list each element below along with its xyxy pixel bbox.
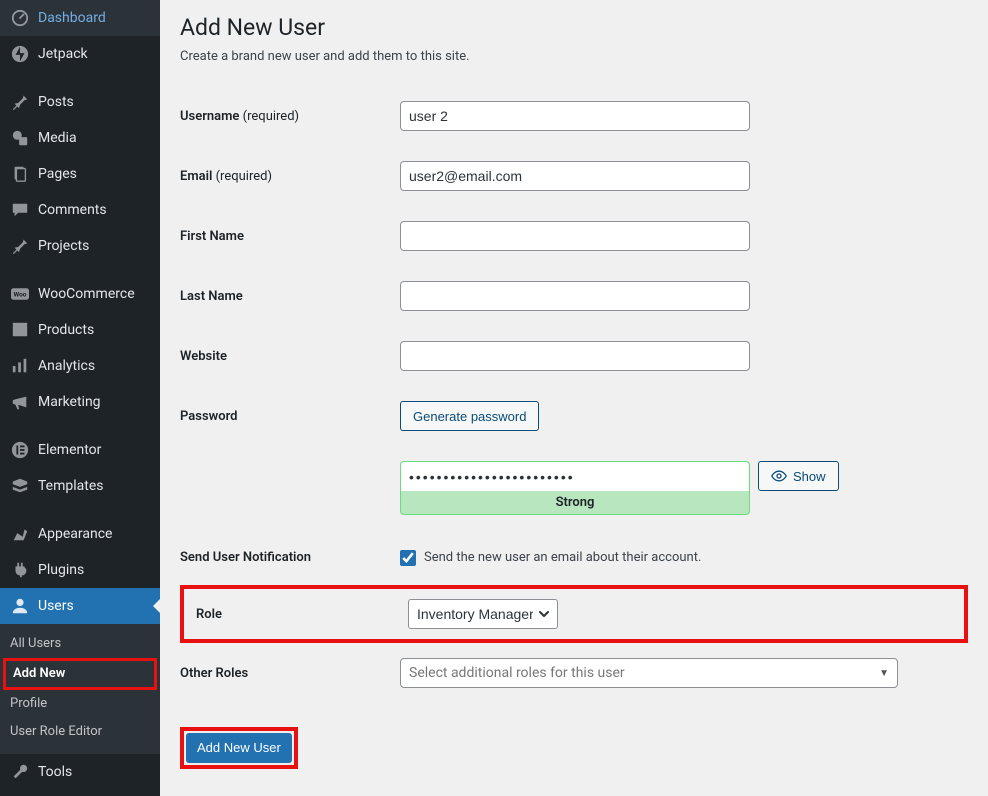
- woo-icon: Woo: [10, 284, 30, 304]
- submenu-item-user-role-editor[interactable]: User Role Editor: [0, 718, 160, 746]
- admin-sidebar: Dashboard Jetpack Posts Media Pages Comm…: [0, 0, 160, 796]
- sidebar-item-label: Appearance: [38, 525, 112, 543]
- password-strength-indicator: Strong: [400, 491, 750, 515]
- sidebar-item-label: Analytics: [38, 357, 95, 375]
- sidebar-item-settings[interactable]: Settings: [0, 790, 160, 796]
- lastname-label: Last Name: [180, 266, 400, 326]
- email-label: Email (required): [180, 146, 400, 206]
- add-user-form: Username (required) Email (required) Fir…: [180, 86, 968, 703]
- sidebar-item-analytics[interactable]: Analytics: [0, 348, 160, 384]
- sidebar-item-tools[interactable]: Tools: [0, 754, 160, 790]
- sidebar-item-marketing[interactable]: Marketing: [0, 384, 160, 420]
- sidebar-item-label: Jetpack: [38, 45, 88, 63]
- notification-label: Send User Notification: [180, 530, 400, 585]
- pages-icon: [10, 164, 30, 184]
- templates-icon: [10, 476, 30, 496]
- sidebar-item-posts[interactable]: Posts: [0, 84, 160, 120]
- firstname-input[interactable]: [400, 221, 750, 251]
- username-input[interactable]: [400, 101, 750, 131]
- role-label: Role: [196, 607, 408, 622]
- password-input[interactable]: [400, 461, 750, 491]
- sidebar-item-comments[interactable]: Comments: [0, 192, 160, 228]
- sidebar-item-label: Tools: [38, 763, 72, 781]
- role-row-highlight: Role Inventory Manager: [180, 585, 968, 643]
- generate-password-button[interactable]: Generate password: [400, 401, 539, 431]
- firstname-label: First Name: [180, 206, 400, 266]
- comments-icon: [10, 200, 30, 220]
- add-new-user-button[interactable]: Add New User: [186, 733, 292, 763]
- sidebar-item-appearance[interactable]: Appearance: [0, 516, 160, 552]
- sidebar-item-label: Comments: [38, 201, 107, 219]
- sidebar-item-label: WooCommerce: [38, 285, 135, 303]
- sidebar-item-label: Elementor: [38, 441, 101, 459]
- notification-checkbox-label: Send the new user an email about their a…: [424, 550, 701, 565]
- sidebar-item-plugins[interactable]: Plugins: [0, 552, 160, 588]
- notification-checkbox-row[interactable]: Send the new user an email about their a…: [400, 550, 958, 566]
- sidebar-item-media[interactable]: Media: [0, 120, 160, 156]
- sidebar-item-dashboard[interactable]: Dashboard: [0, 0, 160, 36]
- other-roles-select[interactable]: Select additional roles for this user ▼: [400, 658, 898, 688]
- submenu-item-add-new[interactable]: Add New: [3, 658, 157, 690]
- products-icon: [10, 320, 30, 340]
- plugins-icon: [10, 560, 30, 580]
- sidebar-item-label: Dashboard: [38, 9, 106, 27]
- page-description: Create a brand new user and add them to …: [180, 49, 968, 64]
- website-input[interactable]: [400, 341, 750, 371]
- elementor-icon: [10, 440, 30, 460]
- svg-text:Woo: Woo: [14, 290, 27, 298]
- other-roles-placeholder: Select additional roles for this user: [409, 665, 625, 681]
- marketing-icon: [10, 392, 30, 412]
- jetpack-icon: [10, 44, 30, 64]
- tools-icon: [10, 762, 30, 782]
- sidebar-item-label: Pages: [38, 165, 77, 183]
- role-select[interactable]: Inventory Manager: [408, 599, 558, 629]
- password-label: Password: [180, 386, 400, 446]
- media-icon: [10, 128, 30, 148]
- sidebar-item-label: Posts: [38, 93, 74, 111]
- main-content: Add New User Create a brand new user and…: [160, 0, 988, 796]
- sidebar-item-products[interactable]: Products: [0, 312, 160, 348]
- sidebar-submenu-users: All Users Add New Profile User Role Edit…: [0, 624, 160, 754]
- pin-icon: [10, 236, 30, 256]
- submit-highlight: Add New User: [180, 727, 298, 769]
- sidebar-item-label: Products: [38, 321, 94, 339]
- sidebar-item-templates[interactable]: Templates: [0, 468, 160, 504]
- users-icon: [10, 596, 30, 616]
- sidebar-item-woocommerce[interactable]: Woo WooCommerce: [0, 276, 160, 312]
- sidebar-item-label: Plugins: [38, 561, 84, 579]
- sidebar-item-label: Users: [38, 597, 74, 615]
- show-password-button[interactable]: Show: [758, 461, 839, 491]
- email-input[interactable]: [400, 161, 750, 191]
- sidebar-item-label: Templates: [38, 477, 104, 495]
- sidebar-item-label: Media: [38, 129, 77, 147]
- sidebar-item-jetpack[interactable]: Jetpack: [0, 36, 160, 72]
- page-title: Add New User: [180, 14, 968, 41]
- pin-icon: [10, 92, 30, 112]
- username-label: Username (required): [180, 86, 400, 146]
- notification-checkbox[interactable]: [400, 550, 416, 566]
- chevron-down-icon: ▼: [879, 668, 889, 679]
- lastname-input[interactable]: [400, 281, 750, 311]
- appearance-icon: [10, 524, 30, 544]
- sidebar-item-label: Marketing: [38, 393, 101, 411]
- sidebar-item-users[interactable]: Users: [0, 588, 160, 624]
- other-roles-label: Other Roles: [180, 643, 400, 703]
- website-label: Website: [180, 326, 400, 386]
- eye-icon: [771, 468, 787, 484]
- dashboard-icon: [10, 8, 30, 28]
- sidebar-item-elementor[interactable]: Elementor: [0, 432, 160, 468]
- submenu-item-profile[interactable]: Profile: [0, 690, 160, 718]
- sidebar-item-projects[interactable]: Projects: [0, 228, 160, 264]
- sidebar-item-pages[interactable]: Pages: [0, 156, 160, 192]
- submenu-item-all-users[interactable]: All Users: [0, 630, 160, 658]
- sidebar-item-label: Projects: [38, 237, 89, 255]
- analytics-icon: [10, 356, 30, 376]
